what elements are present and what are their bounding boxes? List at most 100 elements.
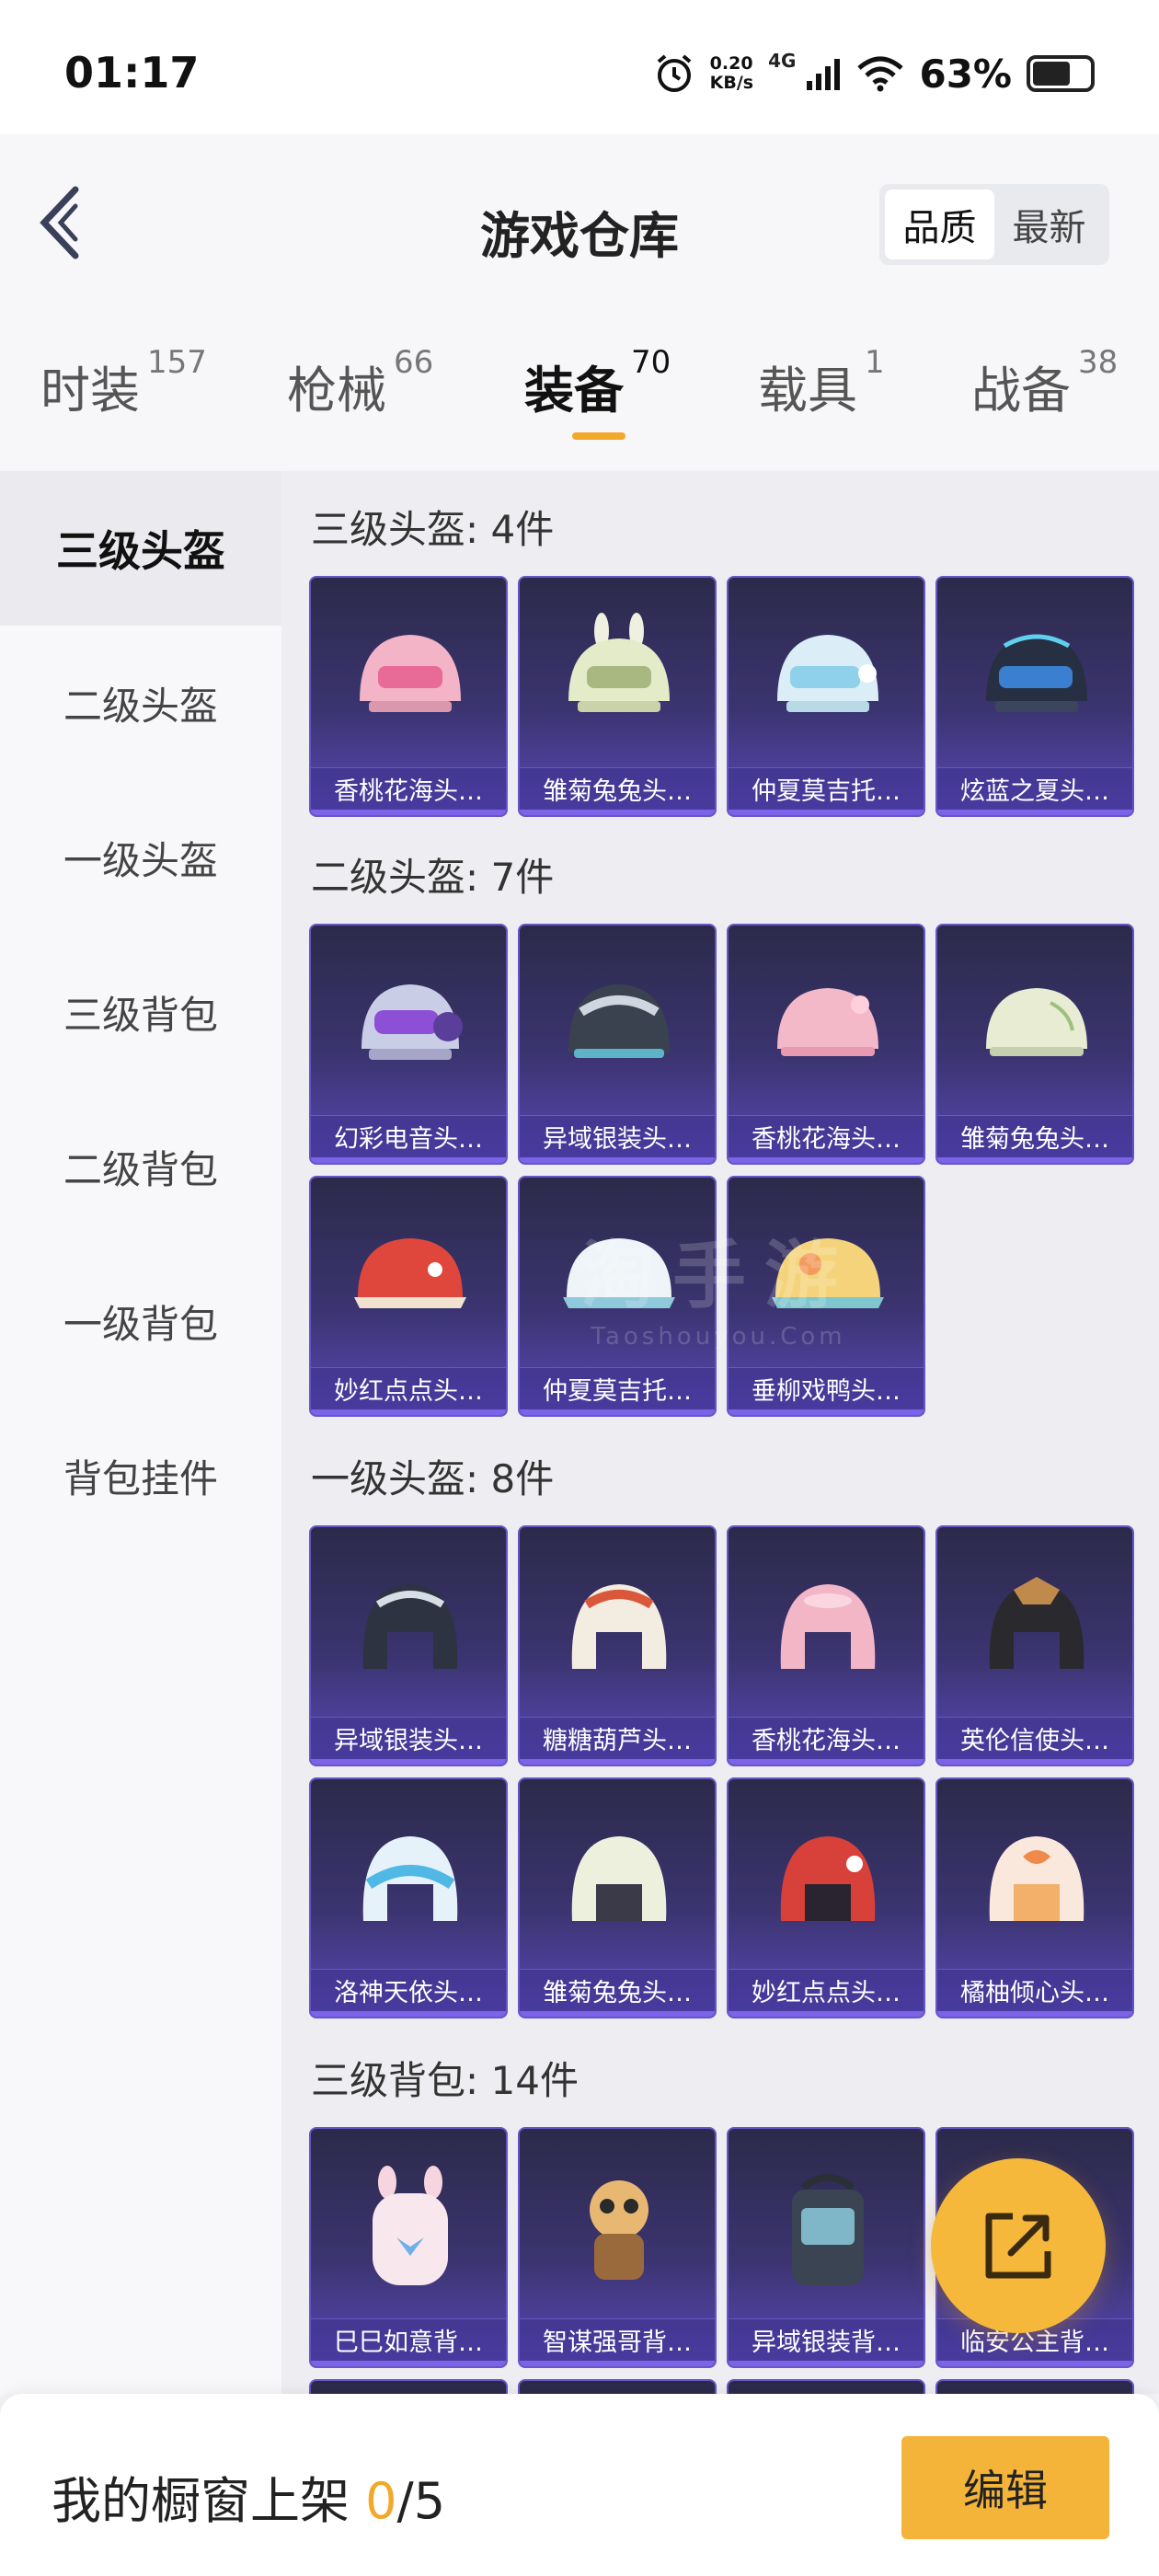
helmet-icon [780,1836,876,1921]
status-time: 01:17 [64,48,200,98]
item-card[interactable]: 异域银装背… [727,2127,925,2368]
item-card[interactable]: 香桃花海头… [309,576,508,817]
item-card[interactable] [518,2379,717,2394]
tab-count: 157 [147,344,207,381]
item-name: 雏菊兔兔头… [937,1115,1132,1157]
battery-percent: 63% [919,51,1012,97]
item-name: 异域银装头… [520,1115,715,1157]
helmet-icon [989,1577,1084,1669]
share-button[interactable] [931,2158,1106,2333]
helmet-icon [568,984,670,1058]
item-card[interactable] [309,2379,508,2394]
item-name: 炫蓝之夏头… [937,767,1132,810]
tab-label: 载具 [758,362,857,420]
item-card[interactable]: 雏菊兔兔头… [518,1777,717,2018]
sidebar-item-level3-helmet[interactable]: 三级头盔 [0,471,281,626]
item-card[interactable]: 巳巳如意背… [309,2127,508,2368]
tab-count: 70 [631,344,671,381]
tab-label: 枪械 [287,362,386,420]
item-card[interactable]: 幻彩电音头… [309,924,508,1165]
item-card[interactable]: 仲夏莫吉托… [727,576,925,817]
helmet-icon [362,1584,458,1669]
item-name: 香桃花海头… [311,767,506,810]
item-card[interactable]: 智谋强哥背… [518,2127,717,2368]
showcase-label: 我的橱窗上架 [52,2472,350,2530]
sidebar-item-level1-helmet[interactable]: 一级头盔 [0,780,281,935]
helmet-icon [777,635,878,712]
tab-fashion[interactable]: 时装 157 [40,344,207,422]
helmet-icon [777,988,878,1056]
helmet-icon [360,635,461,712]
helmet-icon [780,1584,876,1669]
item-card[interactable]: 糖糖葫芦头… [518,1525,717,1766]
item-card[interactable]: 妙红点点头… [727,1777,925,2018]
wifi-icon [857,56,904,92]
bottom-bar: 我的橱窗上架 0/5 编辑 [0,2394,1159,2576]
item-card[interactable]: 洛神天依头… [309,1777,508,2018]
item-grid: 三级头盔: 4件 香桃花海头… 雏菊兔兔头… 仲夏莫吉托… 炫蓝之夏头… 二级头… [281,471,1159,2394]
share-icon [985,2213,1051,2279]
item-name: 英伦信使头… [937,1717,1132,1759]
helmet-icon [354,1238,466,1308]
item-card[interactable]: 英伦信使头… [935,1525,1134,1766]
item-card[interactable]: 香桃花海头… [727,924,925,1165]
active-tab-indicator [572,432,625,440]
item-card[interactable]: 橘柚倾心头… [935,1777,1134,2018]
helmet-icon [986,634,1087,712]
showcase-total: /5 [396,2472,446,2530]
tab-guns[interactable]: 枪械 66 [287,344,433,422]
item-card[interactable]: 异域银装头… [518,924,717,1165]
showcase-status: 我的橱窗上架 0/5 [52,2460,445,2533]
helmet-icon [361,984,463,1060]
item-name: 仲夏莫吉托… [729,767,924,810]
net-speed: 0.20 KB/s [710,54,753,93]
helmet-icon [571,1836,667,1921]
signal-icon [807,59,841,90]
helmet-icon [571,1584,667,1669]
item-card[interactable]: 香桃花海头… [727,1525,925,1766]
item-card[interactable]: 仲夏莫吉托… [518,1176,717,1417]
sidebar-item-level2-helmet[interactable]: 二级头盔 [0,626,281,780]
item-card[interactable] [727,2379,925,2394]
helmet-icon [362,1836,458,1921]
item-name: 妙红点点头… [311,1367,506,1409]
item-name: 雏菊兔兔头… [520,767,715,810]
item-card[interactable] [935,2379,1134,2394]
sidebar-item-level3-backpack[interactable]: 三级背包 [0,935,281,1089]
item-card[interactable]: 垂柳戏鸭头… [727,1176,925,1417]
sidebar-item-level2-backpack[interactable]: 二级背包 [0,1089,281,1244]
sort-quality-button[interactable]: 品质 [885,190,994,259]
item-card[interactable]: 妙红点点头… [309,1176,508,1417]
section-title: 三级头盔: 4件 [311,507,555,552]
helmet-icon [568,613,670,712]
alarm-icon [657,54,691,92]
item-name: 巳巳如意背… [311,2318,506,2361]
showcase-count: 0 [365,2472,397,2530]
status-bar: 01:17 0.20 KB/s 4G 63% [0,0,1159,134]
tab-count: 1 [865,344,885,381]
tab-count: 66 [394,344,434,381]
item-name: 异域银装背… [729,2318,924,2361]
helmet-icon [989,1836,1084,1921]
sidebar: 三级头盔 二级头盔 一级头盔 三级背包 二级背包 一级背包 背包挂件 [0,471,281,2394]
item-card[interactable]: 雏菊兔兔头… [935,924,1134,1165]
item-card[interactable]: 异域银装头… [309,1525,508,1766]
sort-newest-button[interactable]: 最新 [994,190,1104,259]
item-card[interactable]: 雏菊兔兔头… [518,576,717,817]
sidebar-item-level1-backpack[interactable]: 一级背包 [0,1244,281,1398]
item-card[interactable]: 炫蓝之夏头… [935,576,1134,817]
edit-button[interactable]: 编辑 [901,2436,1109,2539]
tab-equipment[interactable]: 装备 70 [524,344,671,422]
backpack-icon [590,2180,648,2280]
item-name: 香桃花海头… [729,1115,924,1157]
section-title: 一级头盔: 8件 [311,1456,555,1501]
tab-label: 装备 [524,362,624,420]
sort-toggle: 品质 最新 [879,184,1109,265]
net-speed-value: 0.20 [709,53,753,74]
sidebar-item-backpack-charm[interactable]: 背包挂件 [0,1398,281,1553]
tab-supplies[interactable]: 战备 38 [971,344,1118,422]
helmet-icon [563,1238,675,1308]
network-type: 4G [768,50,797,72]
item-name: 雏菊兔兔头… [520,1969,715,2011]
tab-vehicles[interactable]: 载具 1 [758,344,885,422]
